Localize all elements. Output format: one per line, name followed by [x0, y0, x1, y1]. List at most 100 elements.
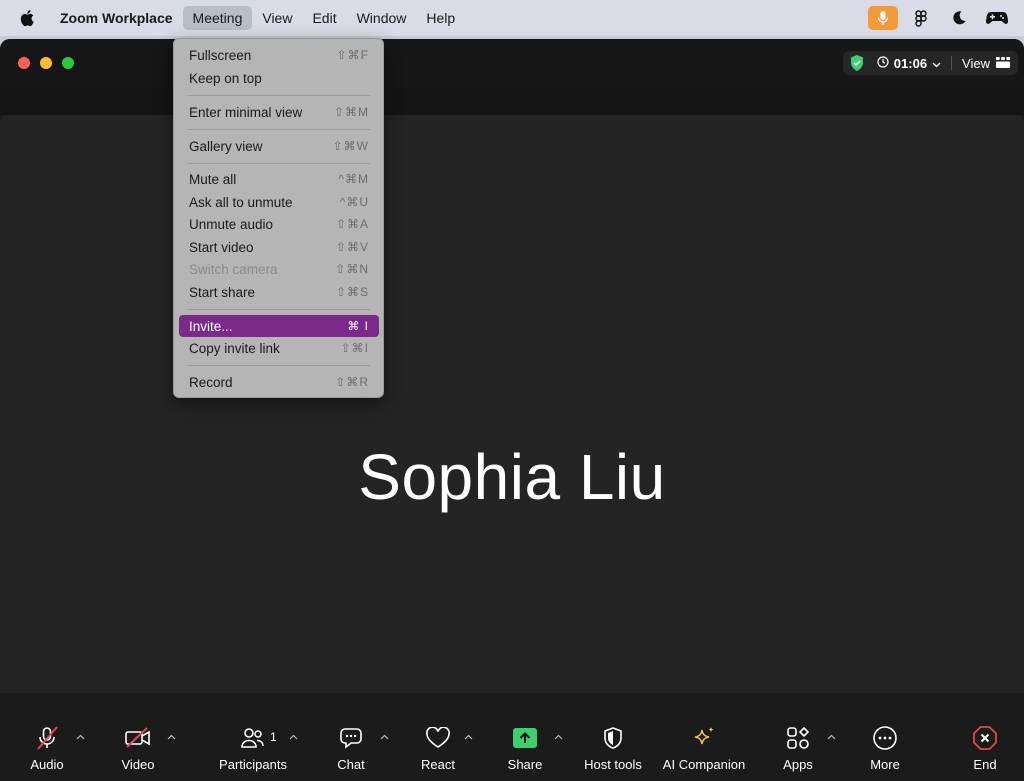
host-tools-label: Host tools [584, 757, 642, 772]
menu-item-enter-minimal-view[interactable]: Enter minimal view ⇧⌘M [179, 101, 379, 123]
menu-meeting[interactable]: Meeting [182, 6, 253, 30]
video-options-caret[interactable] [165, 731, 177, 743]
menu-edit[interactable]: Edit [302, 6, 346, 30]
security-shield-icon[interactable] [843, 54, 871, 72]
menu-item-label: Mute all [189, 171, 237, 187]
zoom-window-button[interactable] [62, 57, 74, 69]
apps-options-caret[interactable] [825, 731, 837, 743]
share-button[interactable]: Share [505, 693, 545, 781]
menu-item-shortcut: ⇧⌘A [335, 217, 369, 231]
end-button[interactable]: End [965, 693, 1005, 781]
menu-item-keep-on-top[interactable]: Keep on top [179, 67, 379, 89]
menu-item-label: Start share [189, 284, 256, 300]
top-strip [0, 87, 1024, 115]
end-meeting-icon [965, 723, 1005, 753]
meeting-toolbar: Audio Video Participants 1 Chat React Sh… [0, 693, 1024, 781]
audio-button[interactable]: Audio [27, 693, 67, 781]
participants-count: 1 [270, 730, 277, 744]
share-options-caret[interactable] [552, 731, 564, 743]
menu-item-copy-invite-link[interactable]: Copy invite link ⇧⌘I [179, 337, 379, 359]
menu-item-shortcut: ^⌘M [338, 172, 369, 186]
menu-item-shortcut: ⇧⌘F [336, 48, 369, 62]
menu-separator [188, 163, 370, 164]
menu-item-label: Ask all to unmute [189, 194, 293, 210]
menu-help[interactable]: Help [416, 6, 465, 30]
chat-label: Chat [337, 757, 365, 772]
gamepad-icon[interactable] [978, 4, 1016, 32]
share-screen-icon [505, 723, 545, 753]
menu-item-start-video[interactable]: Start video ⇧⌘V [179, 236, 379, 258]
participants-options-caret[interactable] [287, 731, 299, 743]
menu-item-label: Gallery view [189, 138, 263, 154]
moon-icon[interactable] [940, 4, 978, 32]
video-button[interactable]: Video [118, 693, 158, 781]
ai-companion-button[interactable]: AI Companion [663, 693, 745, 781]
video-off-icon [118, 723, 158, 753]
menu-separator [188, 129, 370, 130]
host-tools-button[interactable]: Host tools [584, 693, 642, 781]
chat-options-caret[interactable] [378, 731, 390, 743]
menu-item-shortcut: ⇧⌘N [335, 262, 369, 276]
menu-item-shortcut: ⇧⌘V [335, 240, 369, 254]
menu-item-invite[interactable]: Invite... ⌘ I [179, 315, 379, 337]
react-button[interactable]: React [418, 693, 458, 781]
end-label: End [973, 757, 997, 772]
close-window-button[interactable] [18, 57, 30, 69]
menu-item-mute-all[interactable]: Mute all ^⌘M [179, 168, 379, 190]
sparkle-icon [684, 723, 724, 753]
app-name[interactable]: Zoom Workplace [56, 10, 177, 26]
menu-item-shortcut: ⇧⌘S [335, 285, 369, 299]
menu-item-shortcut: ⇧⌘R [335, 375, 369, 389]
menu-item-start-share[interactable]: Start share ⇧⌘S [179, 281, 379, 303]
audio-label: Audio [30, 757, 64, 772]
react-options-caret[interactable] [462, 731, 474, 743]
more-button[interactable]: More [865, 693, 905, 781]
view-button[interactable]: View [952, 56, 1018, 71]
menu-separator [188, 365, 370, 366]
menu-separator [188, 309, 370, 310]
apps-button[interactable]: Apps [778, 693, 818, 781]
more-label: More [870, 757, 900, 772]
ai-companion-label: AI Companion [662, 757, 746, 772]
menu-item-label: Fullscreen [189, 47, 252, 63]
menu-item-fullscreen[interactable]: Fullscreen ⇧⌘F [179, 44, 379, 66]
participant-name: Sophia Liu [358, 441, 666, 513]
menu-item-shortcut: ^⌘U [339, 195, 369, 209]
participants-button[interactable]: Participants [219, 693, 287, 781]
menu-bar: Zoom Workplace Meeting View Edit Window … [0, 0, 1024, 36]
menu-item-label: Keep on top [189, 70, 262, 86]
menu-item-gallery-view[interactable]: Gallery view ⇧⌘W [179, 135, 379, 157]
menu-item-unmute-audio[interactable]: Unmute audio ⇧⌘A [179, 213, 379, 235]
menu-item-label: Record [189, 374, 233, 390]
menu-item-record[interactable]: Record ⇧⌘R [179, 371, 379, 393]
meeting-timer[interactable]: 01:06 [871, 56, 951, 71]
menu-item-ask-all-to-unmute[interactable]: Ask all to unmute ^⌘U [179, 191, 379, 213]
menu-item-shortcut: ⇧⌘W [332, 139, 369, 153]
participants-icon [233, 723, 273, 753]
menu-window[interactable]: Window [347, 6, 417, 30]
video-label: Video [121, 757, 155, 772]
participants-label: Participants [219, 757, 287, 772]
zoom-window: 01:06 View Sophia Liu Audio Video Partic… [0, 39, 1024, 781]
menu-item-label: Copy invite link [189, 340, 280, 356]
menu-item-shortcut: ⌘ I [347, 319, 369, 333]
more-dots-icon [865, 723, 905, 753]
apps-label: Apps [783, 757, 813, 772]
menu-item-label: Start video [189, 239, 254, 255]
muted-microphone-icon [27, 723, 67, 753]
menu-item-switch-camera: Switch camera ⇧⌘N [179, 258, 379, 280]
chat-button[interactable]: Chat [331, 693, 371, 781]
menu-view[interactable]: View [252, 6, 302, 30]
host-shield-icon [593, 723, 633, 753]
audio-options-caret[interactable] [74, 731, 86, 743]
menu-item-shortcut: ⇧⌘M [333, 105, 369, 119]
minimize-window-button[interactable] [40, 57, 52, 69]
figma-icon[interactable] [902, 4, 940, 32]
clock-icon [877, 55, 889, 71]
status-mic[interactable] [864, 4, 902, 32]
microphone-icon [868, 6, 898, 30]
menu-item-label: Switch camera [189, 261, 278, 277]
menu-item-label: Invite... [189, 318, 233, 334]
title-bar: 01:06 View [0, 39, 1024, 87]
apple-icon[interactable] [0, 9, 56, 27]
